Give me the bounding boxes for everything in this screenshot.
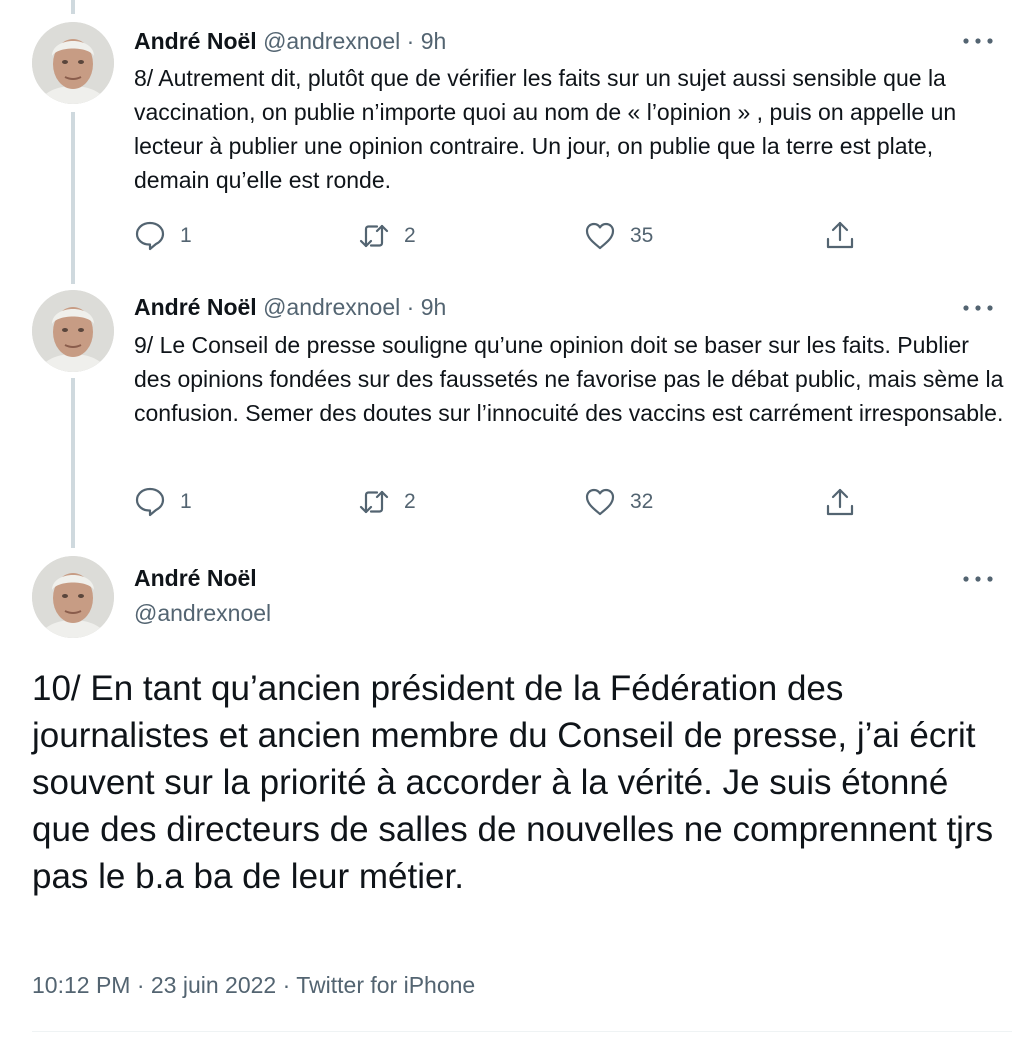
divider xyxy=(32,1031,1012,1032)
like-button[interactable]: 32 xyxy=(584,485,653,519)
avatar[interactable] xyxy=(32,22,114,104)
retweet-button[interactable]: 2 xyxy=(358,485,416,519)
reply-button[interactable]: 1 xyxy=(134,485,192,519)
retweet-icon xyxy=(358,220,390,252)
tweet-time[interactable]: 9h xyxy=(421,28,447,54)
retweet-count: 2 xyxy=(404,224,416,247)
retweet-icon xyxy=(358,486,390,518)
separator: · xyxy=(406,294,415,320)
like-count: 32 xyxy=(630,490,654,513)
main-tweet-text: 10/ En tant qu’ancien président de la Fé… xyxy=(32,669,994,896)
tweet-header: André Noël @andrexnoel · 9h xyxy=(134,26,446,56)
tweet-text: 9/ Le Conseil de presse souligne qu’une … xyxy=(134,332,1004,426)
reply-icon xyxy=(134,485,166,519)
thread-line-1 xyxy=(71,112,75,284)
thread-line-top xyxy=(71,0,75,14)
share-button[interactable] xyxy=(824,485,856,519)
like-button[interactable]: 35 xyxy=(584,219,653,253)
author-name[interactable]: André Noël xyxy=(134,28,257,54)
author-handle[interactable]: @andrexnoel xyxy=(263,294,400,320)
tweet-header: André Noël @andrexnoel · 9h xyxy=(134,292,446,322)
retweet-count: 2 xyxy=(404,490,416,513)
avatar[interactable] xyxy=(32,290,114,372)
avatar[interactable] xyxy=(32,556,114,638)
separator: · xyxy=(406,28,415,54)
share-button[interactable] xyxy=(824,218,856,252)
like-icon xyxy=(584,486,616,518)
tweet-text: 8/ Autrement dit, plutôt que de vérifier… xyxy=(134,65,957,193)
reply-count: 1 xyxy=(180,224,192,247)
retweet-button[interactable]: 2 xyxy=(358,219,416,253)
more-icon[interactable] xyxy=(960,298,996,318)
share-icon xyxy=(824,219,856,251)
author-name[interactable]: André Noël xyxy=(134,294,257,320)
tweet-time[interactable]: 9h xyxy=(421,294,447,320)
more-icon[interactable] xyxy=(960,569,996,589)
like-count: 35 xyxy=(630,224,654,247)
author-handle[interactable]: @andrexnoel xyxy=(134,598,271,628)
thread-line-2 xyxy=(71,378,75,548)
reply-count: 1 xyxy=(180,490,192,513)
author-handle[interactable]: @andrexnoel xyxy=(263,28,400,54)
more-icon[interactable] xyxy=(960,31,996,51)
share-icon xyxy=(824,486,856,518)
author-name[interactable]: André Noël xyxy=(134,563,257,593)
reply-icon xyxy=(134,219,166,253)
tweet-meta[interactable]: 10:12 PM · 23 juin 2022 · Twitter for iP… xyxy=(32,969,475,1001)
like-icon xyxy=(584,220,616,252)
reply-button[interactable]: 1 xyxy=(134,219,192,253)
